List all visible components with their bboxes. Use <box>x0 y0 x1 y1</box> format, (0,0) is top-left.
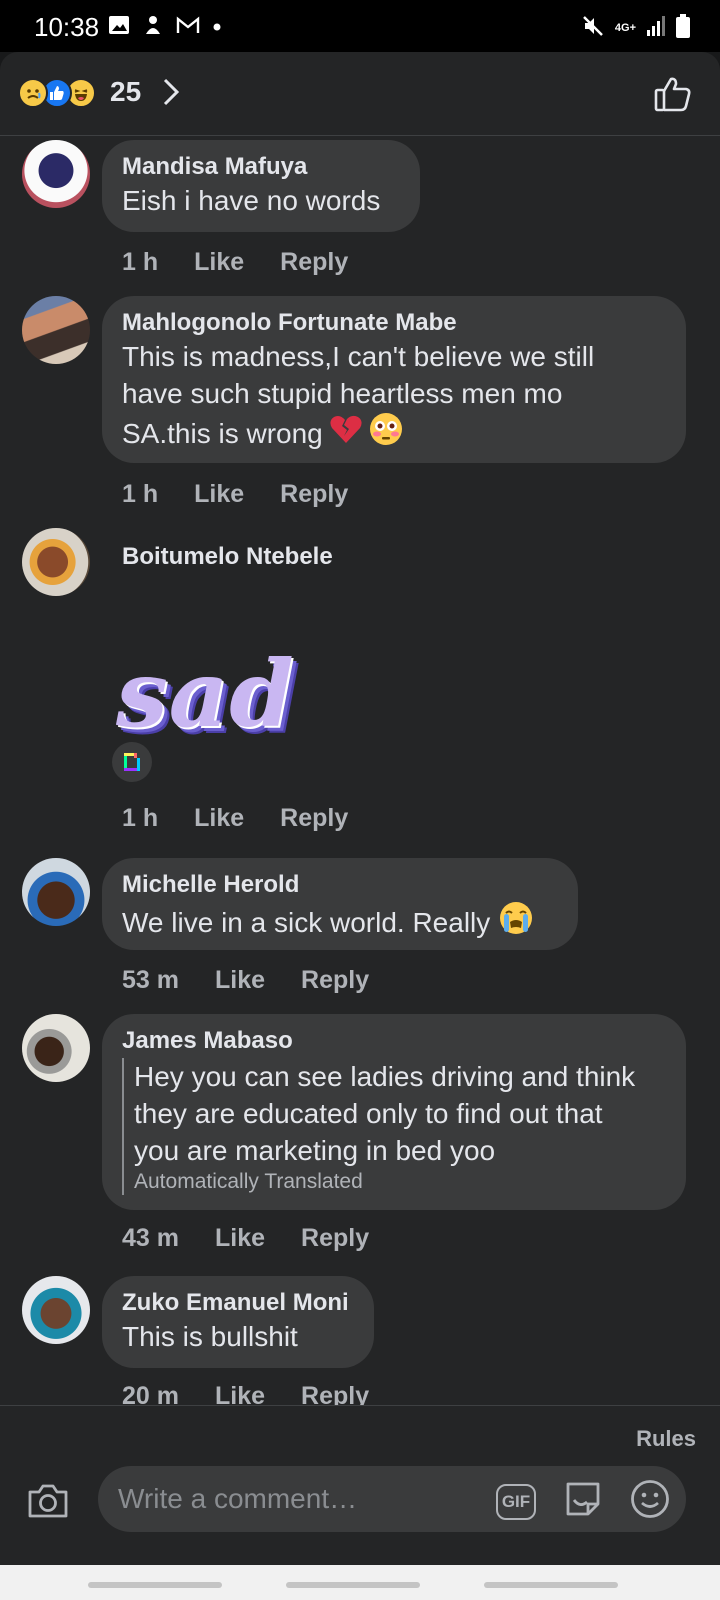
comment-text-line: you are marketing in bed yoo <box>134 1135 496 1166</box>
gallery-icon <box>108 14 130 41</box>
network-label: 4G+ <box>614 22 636 34</box>
avatar[interactable] <box>22 1276 90 1344</box>
avatar[interactable] <box>22 140 90 208</box>
comment-bubble[interactable]: Mahlogonolo Fortunate Mabe This is madne… <box>102 296 686 463</box>
comment-text: Eish i have no words <box>122 185 381 216</box>
camera-icon[interactable] <box>26 1482 70 1525</box>
sad-sticker[interactable]: sad <box>116 640 295 748</box>
gif-button[interactable]: GIF <box>496 1483 536 1520</box>
comment-author[interactable]: Michelle Herold <box>122 870 558 900</box>
back-button[interactable] <box>484 1582 618 1588</box>
translated-label[interactable]: Automatically Translated <box>134 1169 666 1195</box>
home-button[interactable] <box>286 1582 420 1588</box>
comments-panel: 25 Mandisa Mafuya Eish i have no words 1… <box>0 52 720 1600</box>
reaction-emojis[interactable] <box>18 78 96 108</box>
comment-text-line: have such stupid heartless men mo <box>122 378 563 409</box>
sad-reaction-icon <box>18 78 48 108</box>
like-button[interactable]: Like <box>215 1224 265 1253</box>
flushed-face-icon <box>369 412 403 455</box>
comment-text-line: Hey you can see ladies driving and think <box>134 1061 636 1092</box>
comment-bubble[interactable]: James Mabaso Hey you can see ladies driv… <box>102 1014 686 1210</box>
comment-bubble[interactable]: Mandisa Mafuya Eish i have no words <box>102 140 420 232</box>
battery-icon <box>676 14 690 43</box>
comment-item: Boitumelo Ntebele 1 h Like Reply <box>0 526 720 846</box>
status-bar: 10:38 4G+ <box>0 0 720 52</box>
like-button[interactable]: Like <box>194 804 244 833</box>
comment-time: 43 m <box>122 1224 179 1252</box>
dot-icon <box>212 19 222 37</box>
comment-text: This is bullshit <box>122 1321 298 1352</box>
notification-icon <box>142 14 164 41</box>
crying-face-icon <box>498 900 534 945</box>
reply-button[interactable]: Reply <box>280 804 348 833</box>
reply-button[interactable]: Reply <box>280 480 348 509</box>
status-time: 10:38 <box>34 12 100 42</box>
avatar[interactable] <box>22 296 90 364</box>
comment-text-line: This is madness,I can't believe we still <box>122 341 595 372</box>
comment-time: 1 h <box>122 480 159 508</box>
reaction-summary[interactable]: 25 <box>0 52 720 136</box>
comment-text-line: they are educated only to find out that <box>134 1098 603 1129</box>
comment-author[interactable]: Boitumelo Ntebele <box>122 542 333 572</box>
like-outline-icon[interactable] <box>654 76 692 117</box>
sticker-icon[interactable] <box>562 1478 604 1525</box>
reply-button[interactable]: Reply <box>301 966 369 995</box>
system-navigation-bar <box>0 1565 720 1600</box>
reply-button[interactable]: Reply <box>280 248 348 277</box>
comment-time: 53 m <box>122 966 179 994</box>
comment-author[interactable]: Zuko Emanuel Moni <box>122 1288 354 1318</box>
comment-time: 1 h <box>122 248 159 276</box>
signal-icon <box>646 15 666 42</box>
mail-icon <box>176 15 200 40</box>
translated-block: Hey you can see ladies driving and think… <box>122 1058 666 1195</box>
recent-apps-button[interactable] <box>88 1582 222 1588</box>
mute-icon <box>581 14 605 43</box>
giphy-badge[interactable] <box>112 742 152 782</box>
like-button[interactable]: Like <box>194 480 244 509</box>
avatar[interactable] <box>22 858 90 926</box>
comment-text-line: SA.this is wrong <box>122 418 323 449</box>
comment-author[interactable]: Mandisa Mafuya <box>122 152 400 182</box>
like-button[interactable]: Like <box>194 248 244 277</box>
rules-link[interactable]: Rules <box>636 1426 696 1452</box>
emoji-icon[interactable] <box>630 1479 670 1524</box>
like-button[interactable]: Like <box>215 966 265 995</box>
comment-composer: Rules GIF <box>0 1405 720 1565</box>
comment-time: 1 h <box>122 804 159 832</box>
reply-button[interactable]: Reply <box>301 1224 369 1253</box>
comment-author[interactable]: Mahlogonolo Fortunate Mabe <box>122 308 666 338</box>
chevron-right-icon[interactable] <box>162 78 180 111</box>
broken-heart-icon <box>329 414 363 453</box>
avatar[interactable] <box>22 1014 90 1082</box>
comment-author[interactable]: James Mabaso <box>122 1026 666 1056</box>
avatar[interactable] <box>22 528 90 596</box>
comment-bubble[interactable]: Zuko Emanuel Moni This is bullshit <box>102 1276 374 1368</box>
comment-bubble[interactable]: Michelle Herold We live in a sick world.… <box>102 858 578 950</box>
comment-text: We live in a sick world. Really <box>122 907 491 938</box>
reaction-count[interactable]: 25 <box>110 76 141 108</box>
